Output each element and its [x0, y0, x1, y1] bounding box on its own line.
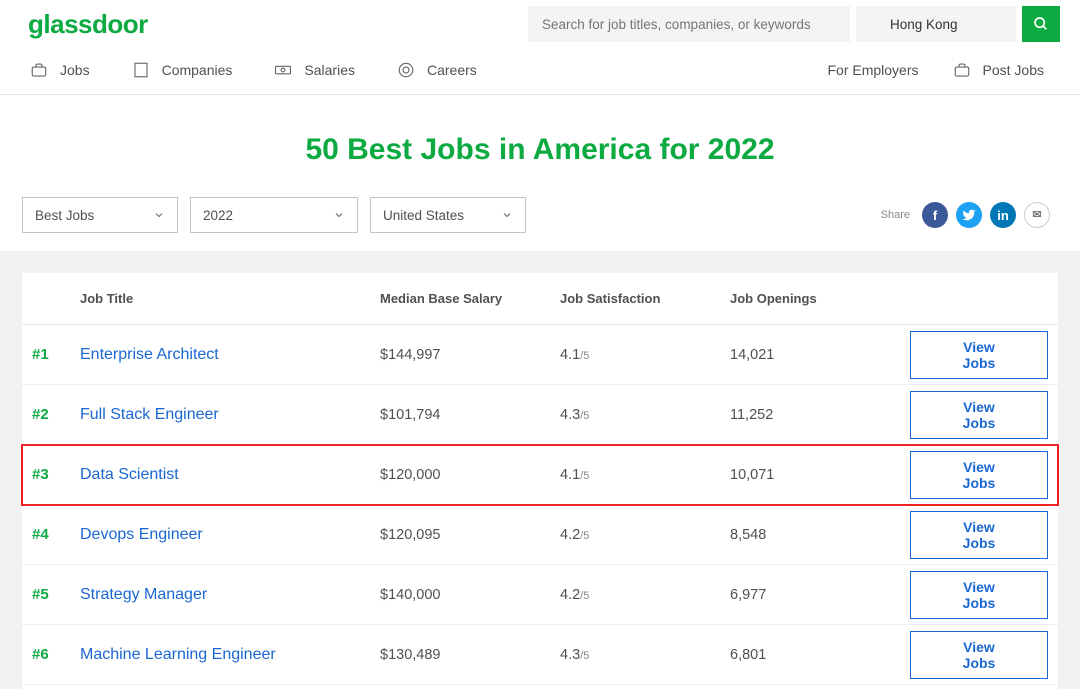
- rank: #5: [32, 586, 80, 603]
- satisfaction-cell: 4.3/5: [560, 647, 730, 663]
- nav-careers-label: Careers: [427, 62, 477, 78]
- nav-careers[interactable]: Careers: [395, 61, 477, 79]
- header: glassdoor: [0, 0, 1080, 46]
- view-jobs-button[interactable]: View Jobs: [910, 631, 1048, 679]
- share-email-icon[interactable]: ✉: [1024, 202, 1050, 228]
- th-openings: Job Openings: [730, 291, 910, 306]
- nav-for-employers[interactable]: For Employers: [827, 62, 918, 78]
- share-bar: Share f in ✉: [881, 202, 1058, 228]
- dropdown-country[interactable]: United States: [370, 197, 526, 233]
- nav-post-jobs[interactable]: Post Jobs: [951, 61, 1044, 79]
- job-title-link[interactable]: Machine Learning Engineer: [80, 646, 380, 664]
- table-row: #3Data Scientist$120,0004.1/510,071View …: [22, 445, 1058, 505]
- job-title-link[interactable]: Full Stack Engineer: [80, 406, 380, 424]
- share-label: Share: [881, 209, 910, 221]
- salary-cell: $140,000: [380, 587, 560, 603]
- view-jobs-button[interactable]: View Jobs: [910, 451, 1048, 499]
- filter-row: Best Jobs 2022 United States Share f in …: [0, 197, 1080, 251]
- nav-right: For Employers Post Jobs: [827, 61, 1052, 79]
- table-row: #5Strategy Manager$140,0004.2/56,977View…: [22, 565, 1058, 625]
- logo[interactable]: glassdoor: [28, 9, 148, 40]
- job-title-link[interactable]: Enterprise Architect: [80, 346, 380, 364]
- openings-cell: 6,801: [730, 647, 910, 663]
- view-jobs-button[interactable]: View Jobs: [910, 571, 1048, 619]
- satisfaction-cell: 4.1/5: [560, 467, 730, 483]
- search-icon: [1033, 16, 1049, 32]
- location-input[interactable]: [856, 6, 1016, 42]
- nav-post-jobs-label: Post Jobs: [983, 62, 1044, 78]
- dropdown-year[interactable]: 2022: [190, 197, 358, 233]
- th-job-title: Job Title: [80, 291, 380, 306]
- rank: #1: [32, 346, 80, 363]
- openings-cell: 11,252: [730, 407, 910, 423]
- job-title-link[interactable]: Strategy Manager: [80, 586, 380, 604]
- dropdown-country-label: United States: [383, 208, 501, 223]
- salary-cell: $130,489: [380, 647, 560, 663]
- salary-cell: $120,000: [380, 467, 560, 483]
- rank: #3: [32, 466, 80, 483]
- job-title-link[interactable]: Devops Engineer: [80, 526, 380, 544]
- chevron-down-icon: [333, 209, 345, 221]
- nav-for-employers-label: For Employers: [827, 62, 918, 78]
- chevron-down-icon: [501, 209, 513, 221]
- view-jobs-button[interactable]: View Jobs: [910, 331, 1048, 379]
- table-area: Job Title Median Base Salary Job Satisfa…: [0, 251, 1080, 689]
- openings-cell: 14,021: [730, 347, 910, 363]
- th-salary: Median Base Salary: [380, 291, 560, 306]
- table-row: #4Devops Engineer$120,0954.2/58,548View …: [22, 505, 1058, 565]
- table-row: #1Enterprise Architect$144,9974.1/514,02…: [22, 325, 1058, 385]
- dropdown-type-label: Best Jobs: [35, 208, 153, 223]
- nav-companies-label: Companies: [162, 62, 233, 78]
- nav-jobs-label: Jobs: [60, 62, 90, 78]
- dropdown-year-label: 2022: [203, 208, 333, 223]
- nav-salaries[interactable]: Salaries: [272, 61, 355, 79]
- satisfaction-cell: 4.2/5: [560, 587, 730, 603]
- nav-jobs[interactable]: Jobs: [28, 61, 90, 79]
- chevron-down-icon: [153, 209, 165, 221]
- search-button[interactable]: [1022, 6, 1060, 42]
- nav-salaries-label: Salaries: [304, 62, 355, 78]
- briefcase-icon: [28, 61, 50, 79]
- salary-cell: $144,997: [380, 347, 560, 363]
- satisfaction-cell: 4.1/5: [560, 347, 730, 363]
- salary-cell: $120,095: [380, 527, 560, 543]
- rank: #2: [32, 406, 80, 423]
- openings-cell: 6,977: [730, 587, 910, 603]
- openings-cell: 8,548: [730, 527, 910, 543]
- table-row: #2Full Stack Engineer$101,7944.3/511,252…: [22, 385, 1058, 445]
- jobs-table: Job Title Median Base Salary Job Satisfa…: [22, 273, 1058, 689]
- share-twitter-icon[interactable]: [956, 202, 982, 228]
- dropdown-type[interactable]: Best Jobs: [22, 197, 178, 233]
- briefcase-icon: [951, 61, 973, 79]
- search-input[interactable]: [528, 6, 850, 42]
- view-jobs-button[interactable]: View Jobs: [910, 391, 1048, 439]
- page-title: 50 Best Jobs in America for 2022: [0, 95, 1080, 197]
- salary-cell: $101,794: [380, 407, 560, 423]
- table-header: Job Title Median Base Salary Job Satisfa…: [22, 273, 1058, 325]
- satisfaction-cell: 4.3/5: [560, 407, 730, 423]
- target-icon: [395, 61, 417, 79]
- share-linkedin-icon[interactable]: in: [990, 202, 1016, 228]
- th-satisfaction: Job Satisfaction: [560, 291, 730, 306]
- rank: #4: [32, 526, 80, 543]
- rank: #6: [32, 646, 80, 663]
- openings-cell: 10,071: [730, 467, 910, 483]
- building-icon: [130, 61, 152, 79]
- share-facebook-icon[interactable]: f: [922, 202, 948, 228]
- main-nav: Jobs Companies Salaries Careers For Empl…: [0, 46, 1080, 95]
- search-bar: [528, 6, 1060, 42]
- table-row: #6Machine Learning Engineer$130,4894.3/5…: [22, 625, 1058, 685]
- view-jobs-button[interactable]: View Jobs: [910, 511, 1048, 559]
- money-icon: [272, 61, 294, 79]
- job-title-link[interactable]: Data Scientist: [80, 466, 380, 484]
- nav-companies[interactable]: Companies: [130, 61, 233, 79]
- satisfaction-cell: 4.2/5: [560, 527, 730, 543]
